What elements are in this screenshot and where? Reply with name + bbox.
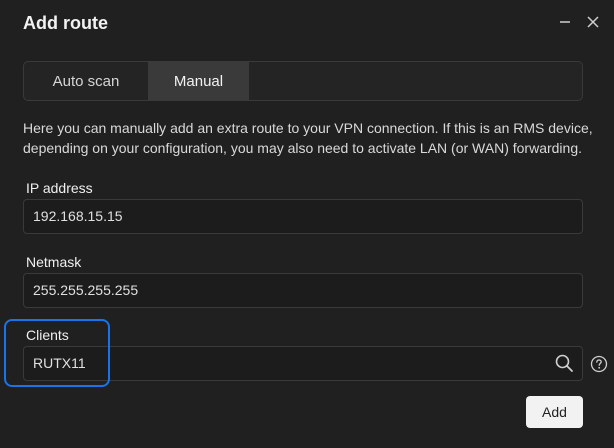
dialog-title: Add route <box>23 13 108 33</box>
description-text: Here you can manually add an extra route… <box>23 120 593 156</box>
netmask-label: Netmask <box>26 254 82 270</box>
ip-address-label: IP address <box>26 180 93 196</box>
close-icon <box>587 16 599 28</box>
netmask-field[interactable]: 255.255.255.255 <box>23 273 583 308</box>
ip-address-value: 192.168.15.15 <box>33 208 123 224</box>
mode-tabs: Auto scan Manual <box>23 61 583 101</box>
netmask-value: 255.255.255.255 <box>33 282 139 298</box>
minimize-icon <box>560 21 570 23</box>
tab-auto-scan[interactable]: Auto scan <box>24 62 148 100</box>
help-icon[interactable] <box>590 355 608 373</box>
tab-manual[interactable]: Manual <box>148 62 249 100</box>
add-button[interactable]: Add <box>526 396 583 428</box>
add-route-dialog: Add route Auto scan Manual Here you can … <box>0 0 614 448</box>
clients-focus-highlight <box>4 319 110 387</box>
ip-address-field[interactable]: 192.168.15.15 <box>23 199 583 234</box>
close-button[interactable] <box>581 10 605 34</box>
minimize-button[interactable] <box>553 10 577 34</box>
search-icon[interactable] <box>554 353 574 373</box>
